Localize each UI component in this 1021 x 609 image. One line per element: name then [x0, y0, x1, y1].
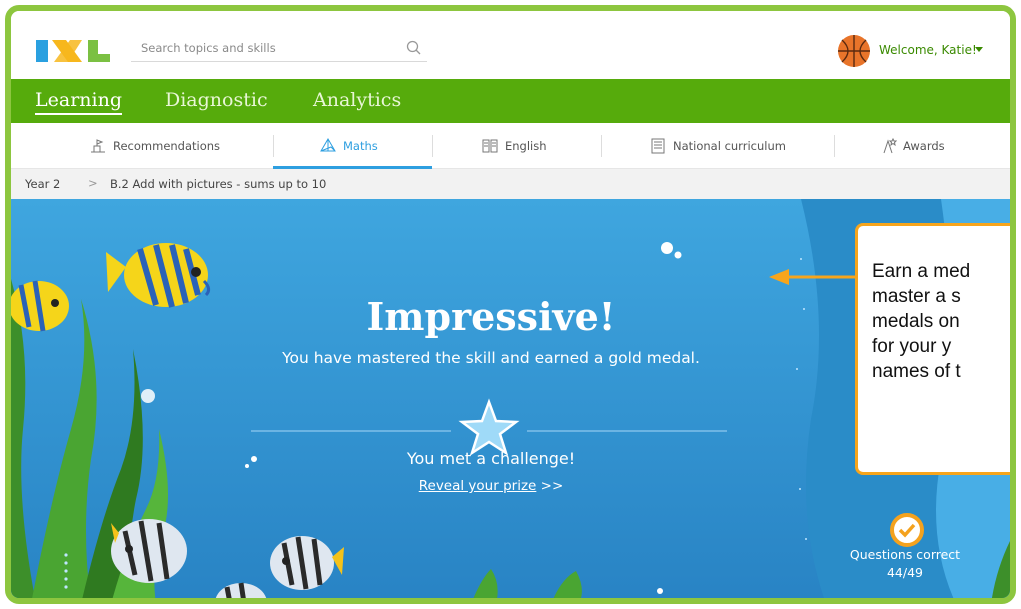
search-bar[interactable]: Search topics and skills	[131, 36, 427, 62]
challenge-message: You met a challenge!	[406, 449, 576, 468]
tab-analytics[interactable]: Analytics	[313, 89, 401, 111]
tab-national-curriculum[interactable]: National curriculum	[649, 137, 786, 155]
basketball-avatar[interactable]	[837, 34, 871, 68]
main-nav: Learning Diagnostic Analytics	[11, 79, 1010, 123]
book-icon	[482, 139, 498, 153]
result-message: You have mastered the skill and earned a…	[282, 349, 700, 367]
ixl-logo[interactable]	[36, 34, 116, 66]
screenshot-frame: Search topics and skills Welcome, Katie!…	[5, 5, 1016, 604]
reveal-prize-link[interactable]: Reveal your prize	[419, 478, 537, 494]
callout-text: Earn a med master a s medals on for your…	[872, 261, 971, 382]
divider	[601, 135, 602, 157]
result-title: Impressive!	[366, 294, 616, 339]
tab-recommendations[interactable]: Recommendations	[89, 137, 220, 155]
tab-awards[interactable]: Awards	[879, 137, 945, 155]
checkmark-icon	[890, 513, 924, 547]
subject-nav: Recommendations Maths English National c…	[11, 123, 1010, 169]
maths-pyramid-icon	[320, 138, 336, 152]
welcome-menu[interactable]: Welcome, Katie!	[879, 43, 977, 57]
search-icon[interactable]	[405, 39, 423, 57]
divider	[432, 135, 433, 157]
breadcrumb-skill: B.2 Add with pictures - sums up to 10	[110, 177, 327, 191]
chevron-down-icon[interactable]	[975, 47, 983, 52]
breadcrumb: Year 2 > B.2 Add with pictures - sums up…	[11, 169, 1010, 199]
search-input[interactable]: Search topics and skills	[141, 41, 276, 55]
breadcrumb-year[interactable]: Year 2	[25, 177, 60, 191]
divider	[834, 135, 835, 157]
reveal-suffix: >>	[540, 478, 564, 494]
breadcrumb-separator: >	[88, 176, 98, 190]
divider	[273, 135, 274, 157]
reveal-prize: Reveal your prize >>	[371, 478, 611, 494]
questions-correct-label: Questions correct	[849, 547, 961, 562]
recommendations-icon	[91, 139, 105, 153]
tab-english[interactable]: English	[481, 137, 547, 155]
top-bar: Search topics and skills Welcome, Katie!	[11, 11, 1010, 79]
awards-icon	[883, 137, 897, 154]
callout-arrow-icon	[769, 269, 859, 285]
questions-correct-value: 44/49	[886, 565, 924, 580]
tab-maths[interactable]: Maths	[319, 137, 378, 155]
annotation-callout: Earn a med master a s medals on for your…	[855, 223, 1010, 475]
tab-learning[interactable]: Learning	[35, 89, 122, 115]
curriculum-icon	[651, 138, 665, 154]
tab-diagnostic[interactable]: Diagnostic	[165, 89, 268, 111]
